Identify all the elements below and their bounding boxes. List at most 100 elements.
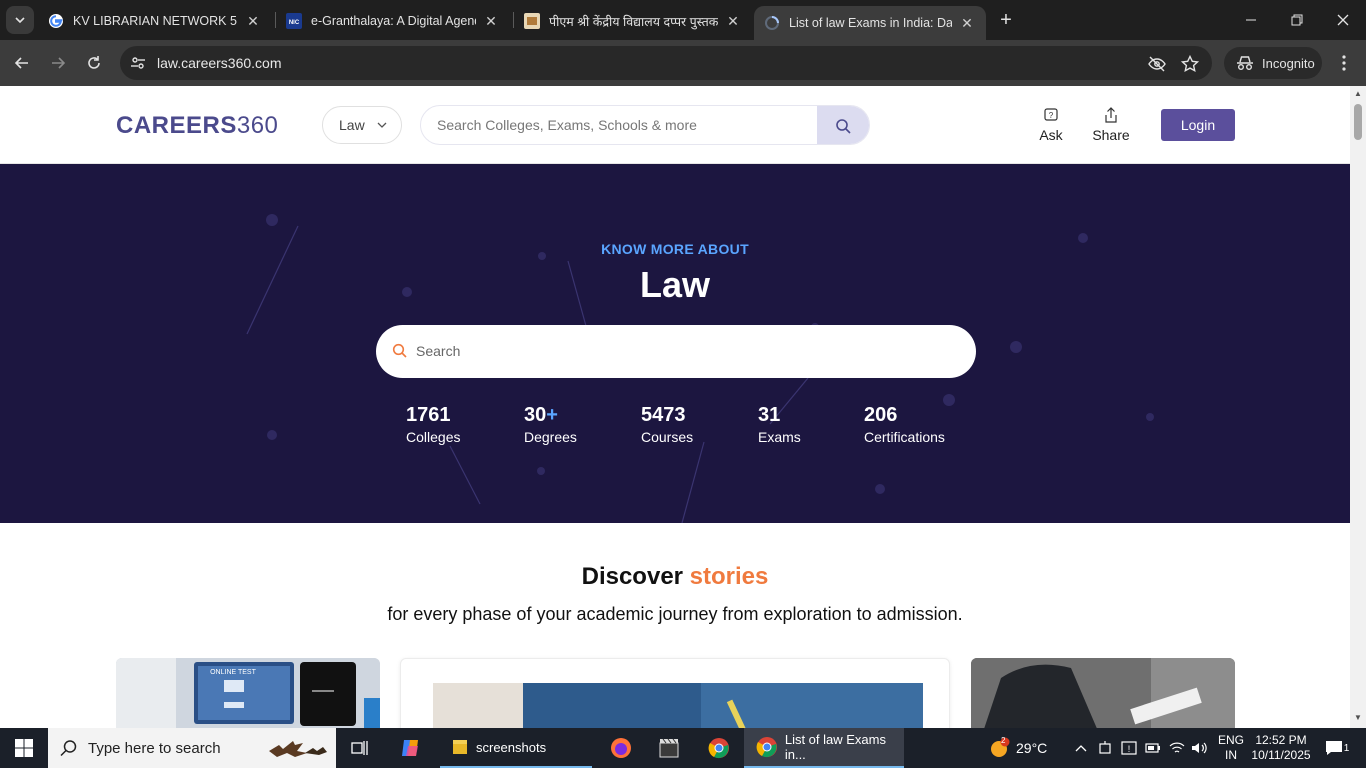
clock-time: 12:52 PM xyxy=(1255,733,1307,747)
nic-icon: NIC xyxy=(286,13,302,29)
student-writing-image xyxy=(971,658,1235,728)
share-button[interactable]: Share xyxy=(1086,106,1136,143)
story-card-student[interactable] xyxy=(971,658,1235,728)
chrome-button[interactable] xyxy=(704,728,734,768)
browser-tab-active[interactable]: List of law Exams in India: Dates ✕ xyxy=(754,6,986,40)
tab-search-button[interactable] xyxy=(6,6,34,34)
more-vert-icon xyxy=(1342,55,1346,71)
chevron-down-icon xyxy=(15,17,25,24)
bookmark-star-icon[interactable] xyxy=(1179,53,1201,75)
search-icon xyxy=(60,740,77,757)
careers360-logo[interactable]: CAREERS360 xyxy=(116,112,278,140)
stat-label: Colleges xyxy=(406,429,461,445)
stat-certifications[interactable]: 206 Certifications xyxy=(864,404,945,445)
discover-subtitle: for every phase of your academic journey… xyxy=(387,604,963,624)
eye-off-icon[interactable] xyxy=(1146,53,1168,75)
scroll-thumb[interactable] xyxy=(1354,104,1362,140)
page-scrollbar[interactable]: ▲ ▼ xyxy=(1350,86,1366,728)
weather-sun-icon xyxy=(991,737,1010,757)
taskbar-app-chrome-window[interactable]: List of law Exams in... xyxy=(744,728,904,768)
clapperboard-icon xyxy=(659,738,679,758)
ask-button[interactable]: ? Ask xyxy=(1026,106,1076,143)
address-bar[interactable]: law.careers360.com xyxy=(120,46,1212,80)
back-button[interactable] xyxy=(8,49,36,77)
taskbar-app-screenshots[interactable]: screenshots xyxy=(440,728,592,768)
browser-tab-2[interactable]: NIC e-Granthalaya: A Digital Agenda ✕ xyxy=(276,6,510,36)
task-view-button[interactable] xyxy=(346,728,374,768)
discover-title: Discover stories xyxy=(581,563,769,590)
security-alert-icon[interactable]: ! xyxy=(1120,728,1138,768)
share-icon xyxy=(1105,107,1117,123)
browser-toolbar: law.careers360.com Incognito xyxy=(0,40,1366,86)
stat-label: Degrees xyxy=(524,429,577,445)
tab-title: List of law Exams in India: Dates xyxy=(789,16,952,30)
header-search-button[interactable] xyxy=(817,106,869,144)
stat-label: Certifications xyxy=(864,429,945,445)
browser-tab-3[interactable]: पीएम श्री केंद्रीय विद्यालय दप्पर पुस्तक… xyxy=(514,6,752,36)
start-button[interactable] xyxy=(0,728,48,768)
stat-value: 30 xyxy=(524,404,547,426)
clock[interactable]: 12:52 PM 10/11/2025 xyxy=(1248,728,1314,768)
close-window-button[interactable] xyxy=(1320,0,1366,40)
copilot-button[interactable] xyxy=(396,728,426,768)
stat-courses[interactable]: 5473 Courses xyxy=(641,404,693,445)
firefox-button[interactable] xyxy=(606,728,636,768)
page-viewport: CAREERS360 Law Search Colleges, Exams, S… xyxy=(0,86,1350,728)
taskbar-app-label: screenshots xyxy=(476,739,547,755)
stat-colleges[interactable]: 1761 Colleges xyxy=(406,404,460,445)
browser-tab-1[interactable]: KV LIBRARIAN NETWORK 5 FOR ✕ xyxy=(38,6,272,36)
forward-button[interactable] xyxy=(44,49,72,77)
close-icon[interactable]: ✕ xyxy=(244,12,262,30)
stat-value: 1761 xyxy=(406,404,451,426)
header-search[interactable]: Search Colleges, Exams, Schools & more xyxy=(420,105,870,145)
hero-kicker: KNOW MORE ABOUT xyxy=(601,241,749,257)
tab-title: पीएम श्री केंद्रीय विद्यालय दप्पर पुस्तक… xyxy=(549,14,718,29)
stream-selector[interactable]: Law xyxy=(322,106,402,144)
site-settings-icon[interactable] xyxy=(128,53,148,73)
battery-icon[interactable] xyxy=(1144,728,1162,768)
scroll-down-arrow[interactable]: ▼ xyxy=(1354,714,1362,722)
online-test-image: ONLINE TEST xyxy=(116,658,380,728)
stat-label: Exams xyxy=(758,429,801,445)
wifi-icon[interactable] xyxy=(1168,728,1186,768)
stat-degrees[interactable]: 30+ Degrees xyxy=(524,404,577,445)
browser-menu-button[interactable] xyxy=(1332,49,1356,77)
stat-value: 31 xyxy=(758,404,781,426)
reload-button[interactable] xyxy=(80,49,108,77)
taskbar-search[interactable]: Type here to search xyxy=(48,728,336,768)
minimize-button[interactable] xyxy=(1228,0,1274,40)
reload-icon xyxy=(88,56,100,69)
incognito-icon xyxy=(1237,56,1253,70)
language-indicator[interactable]: ENG IN xyxy=(1214,728,1248,768)
volume-icon[interactable] xyxy=(1190,728,1210,768)
stat-exams[interactable]: 31 Exams xyxy=(758,404,801,445)
story-card-featured[interactable] xyxy=(400,658,950,728)
scroll-up-arrow[interactable]: ▲ xyxy=(1354,90,1362,98)
taskbar-search-input[interactable]: Type here to search xyxy=(88,740,221,757)
tray-overflow-button[interactable] xyxy=(1072,728,1090,768)
stat-value: 5473 xyxy=(641,404,686,426)
weather-widget[interactable]: 2 29°C xyxy=(988,728,1047,768)
close-icon[interactable]: ✕ xyxy=(724,12,742,30)
new-tab-button[interactable]: + xyxy=(994,8,1018,32)
video-editor-button[interactable] xyxy=(654,728,684,768)
close-icon[interactable]: ✕ xyxy=(958,14,976,32)
meet-now-icon[interactable] xyxy=(1096,728,1114,768)
header-search-input[interactable]: Search Colleges, Exams, Schools & more xyxy=(437,117,697,133)
close-icon[interactable]: ✕ xyxy=(482,12,500,30)
incognito-label: Incognito xyxy=(1262,55,1315,71)
incognito-indicator[interactable]: Incognito xyxy=(1224,47,1322,79)
online-test-caption: ONLINE TEST xyxy=(210,669,256,676)
chevron-down-icon xyxy=(377,122,387,128)
svg-text:!: ! xyxy=(1128,744,1131,754)
google-icon xyxy=(48,13,64,29)
story-card-online-test[interactable]: ONLINE TEST xyxy=(116,658,380,728)
clock-date: 10/11/2025 xyxy=(1251,748,1311,762)
restore-button[interactable] xyxy=(1274,0,1320,40)
hero-search[interactable]: Search xyxy=(376,325,976,378)
lang-region: IN xyxy=(1225,748,1237,762)
minimize-icon xyxy=(1246,19,1256,21)
login-button[interactable]: Login xyxy=(1161,109,1235,141)
hero-search-input[interactable]: Search xyxy=(416,343,460,359)
notification-center-button[interactable]: 1 xyxy=(1322,728,1352,768)
